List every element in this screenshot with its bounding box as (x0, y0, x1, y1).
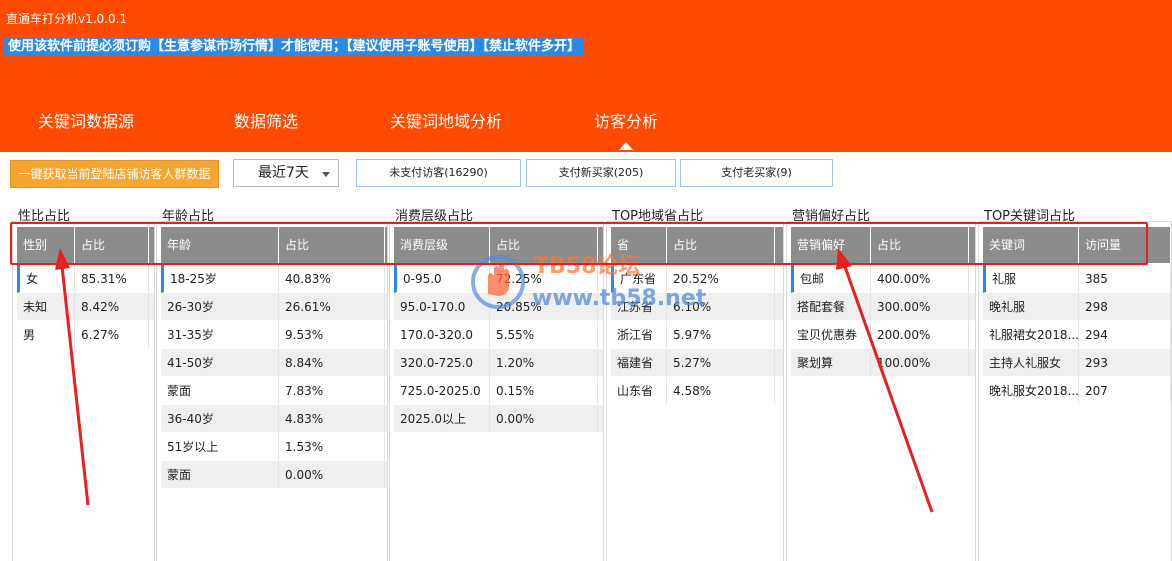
annotation-arrows (55, 248, 934, 513)
arrow-left-annotation (55, 248, 90, 506)
arrow-right-annotation (836, 248, 934, 513)
app-window: 直通车打分机v1.0.0.1 使用该软件前提必须订购【生意参谋市场行情】才能使用… (0, 0, 1172, 561)
